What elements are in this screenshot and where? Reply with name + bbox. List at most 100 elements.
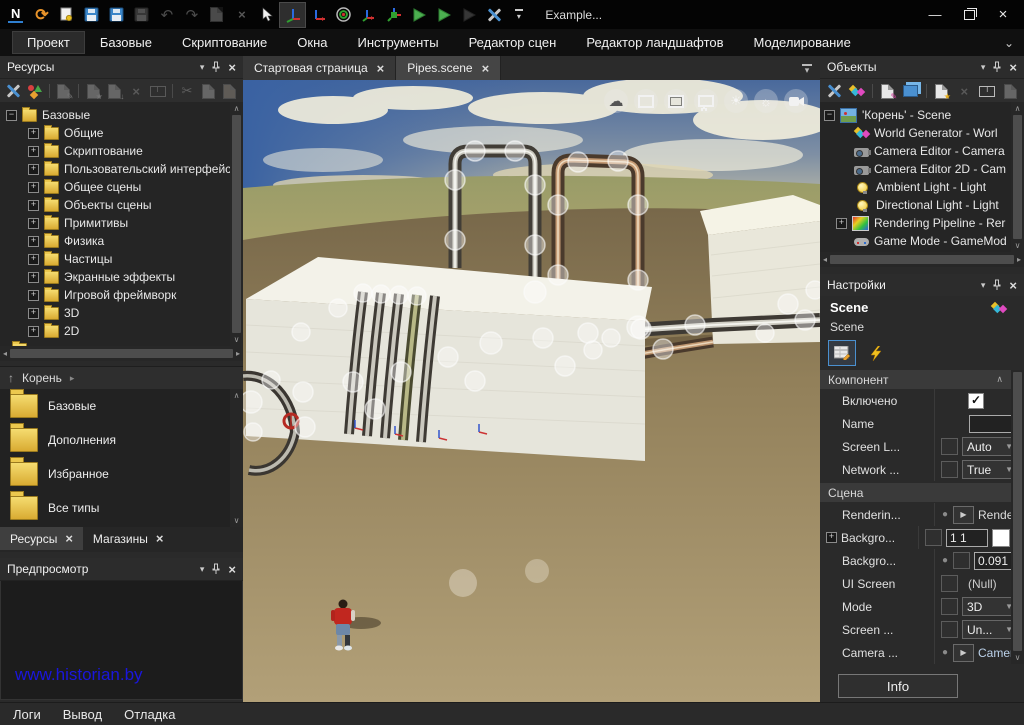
panel-close-icon[interactable]: × [228, 562, 236, 577]
tab-list-icon[interactable]: ▾ [802, 64, 812, 73]
settings-scrollbar[interactable]: ∨ [1011, 370, 1024, 664]
tab-close-icon[interactable]: × [482, 61, 490, 76]
pin-icon[interactable] [992, 61, 1002, 73]
tree-item[interactable]: Directional Light - Light [824, 196, 1024, 214]
resources-options-icon[interactable] [4, 81, 22, 101]
tree-item[interactable]: +Rendering Pipeline - Rer [824, 214, 1024, 232]
tab-resources[interactable]: Ресурсы× [0, 527, 83, 550]
menu-terrain-editor[interactable]: Редактор ландшафтов [571, 31, 738, 54]
resources-tree-hscrollbar[interactable]: ◂▸ [0, 346, 243, 361]
up-arrow-icon[interactable]: ↑ [8, 371, 14, 385]
tree-item[interactable]: Camera Editor 2D - Cam [824, 160, 1024, 178]
tab-start-page[interactable]: Стартовая страница× [243, 56, 396, 80]
move-snap-tool-icon[interactable] [356, 3, 381, 27]
tab-events[interactable] [862, 340, 890, 366]
display-monitor-button[interactable] [694, 89, 718, 113]
menu-scene-editor[interactable]: Редактор сцен [454, 31, 572, 54]
tree-item[interactable]: Ambient Light - Light [824, 178, 1024, 196]
edit-object-icon[interactable]: ✎ [878, 81, 898, 101]
screen-label-dropdown[interactable]: Auto▼ [962, 437, 1018, 456]
panel-close-icon[interactable]: × [1009, 278, 1017, 293]
panel-menu-icon[interactable]: ▾ [981, 62, 986, 73]
tree-item[interactable]: +3D [6, 304, 243, 322]
resources-display-icon[interactable] [25, 81, 43, 101]
menu-windows[interactable]: Окна [282, 31, 342, 54]
color-swatch[interactable] [992, 529, 1010, 547]
expand-icon[interactable]: + [28, 182, 39, 193]
network-dropdown[interactable]: True▼ [962, 460, 1018, 479]
tab-stores[interactable]: Магазины× [83, 527, 174, 550]
play-icon[interactable] [406, 3, 431, 27]
panel-menu-icon[interactable]: ▾ [200, 62, 205, 73]
expand-icon[interactable]: + [28, 326, 39, 337]
objects-tree-scrollbar[interactable]: ∧∨ [1011, 102, 1024, 252]
menu-modeling[interactable]: Моделирование [739, 31, 866, 54]
tree-item[interactable]: +Частицы [6, 250, 243, 268]
menu-basic[interactable]: Базовые [85, 31, 167, 54]
new-object-icon[interactable]: ★ [932, 81, 952, 101]
expand-icon[interactable]: + [28, 236, 39, 247]
scale-tool-icon[interactable] [381, 3, 406, 27]
lighting-button[interactable]: ☼ [754, 89, 778, 113]
close-button[interactable]: × [988, 4, 1018, 26]
menu-project[interactable]: Проект [12, 31, 85, 54]
expand-icon[interactable]: + [28, 200, 39, 211]
tree-item[interactable]: +Скриптование [6, 142, 243, 160]
list-item[interactable]: Избранное [0, 457, 243, 491]
restore-button[interactable] [954, 4, 984, 26]
refresh-icon[interactable]: ⟳ [29, 3, 54, 27]
tools-icon[interactable] [481, 3, 506, 27]
info-button[interactable]: Info [838, 674, 958, 698]
expand-icon[interactable]: + [28, 308, 39, 319]
tree-item[interactable]: +Общее сцены [6, 178, 243, 196]
tab-pipes-scene[interactable]: Pipes.scene× [396, 56, 501, 80]
list-item[interactable]: Дополнения [0, 423, 243, 457]
default-value-button[interactable] [941, 621, 958, 638]
move-tool-icon[interactable] [306, 3, 331, 27]
pin-icon[interactable] [211, 563, 221, 575]
expand-icon[interactable]: + [28, 272, 39, 283]
mode-dropdown[interactable]: 3D▼ [962, 597, 1018, 616]
section-component[interactable]: Компонент ∧ [820, 370, 1011, 389]
tab-close-icon[interactable]: × [65, 531, 73, 546]
enabled-checkbox[interactable]: ✓ [968, 393, 984, 409]
tree-item-root[interactable]: − 'Корень' - Scene [824, 106, 1024, 124]
tree-item[interactable]: +Игровой фреймворк [6, 286, 243, 304]
rotate-tool-icon[interactable] [331, 3, 356, 27]
status-logs[interactable]: Логи [13, 707, 41, 722]
menu-scripting[interactable]: Скриптование [167, 31, 282, 54]
panel-menu-icon[interactable]: ▾ [200, 564, 205, 575]
tree-item[interactable]: +Физика [6, 232, 243, 250]
objects-options-icon[interactable] [824, 81, 844, 101]
status-debug[interactable]: Отладка [124, 707, 175, 722]
save-icon[interactable] [79, 3, 104, 27]
tab-close-icon[interactable]: × [377, 61, 385, 76]
tree-item[interactable]: +Пользовательский интерфейс [6, 160, 243, 178]
menu-overflow-icon[interactable]: ⌄ [1004, 36, 1024, 50]
default-value-button[interactable] [941, 575, 958, 592]
default-value-button[interactable] [941, 461, 958, 478]
camera-button[interactable] [784, 89, 808, 113]
expand-icon[interactable]: + [836, 218, 847, 229]
section-scene[interactable]: Сцена [820, 483, 1011, 502]
display-frame-button[interactable] [634, 89, 658, 113]
windows-icon[interactable] [901, 81, 921, 101]
expand-reference-button[interactable]: ▶ [953, 506, 974, 524]
rename-object-icon[interactable]: I [977, 81, 997, 101]
resources-tree-scrollbar[interactable]: ∧∨ [230, 102, 243, 346]
expand-reference-button[interactable]: ▶ [953, 644, 974, 662]
default-value-button[interactable] [925, 529, 942, 546]
tree-item[interactable]: Camera Editor - Camera [824, 142, 1024, 160]
objects-tree-hscrollbar[interactable]: ◂▸ [820, 252, 1024, 267]
pin-icon[interactable] [211, 61, 221, 73]
panel-menu-icon[interactable]: ▾ [981, 280, 986, 291]
default-value-button[interactable] [941, 598, 958, 615]
breadcrumb[interactable]: ↑ Корень ▸ [0, 366, 243, 390]
new-resource-icon[interactable] [54, 3, 79, 27]
shadows-toggle-button[interactable]: ☁ [604, 89, 628, 113]
tree-item[interactable]: +Примитивы [6, 214, 243, 232]
play-scene-icon[interactable] [431, 3, 456, 27]
expand-icon[interactable]: + [28, 128, 39, 139]
tree-item[interactable]: World Generator - Worl [824, 124, 1024, 142]
create-component-icon[interactable] [847, 81, 867, 101]
